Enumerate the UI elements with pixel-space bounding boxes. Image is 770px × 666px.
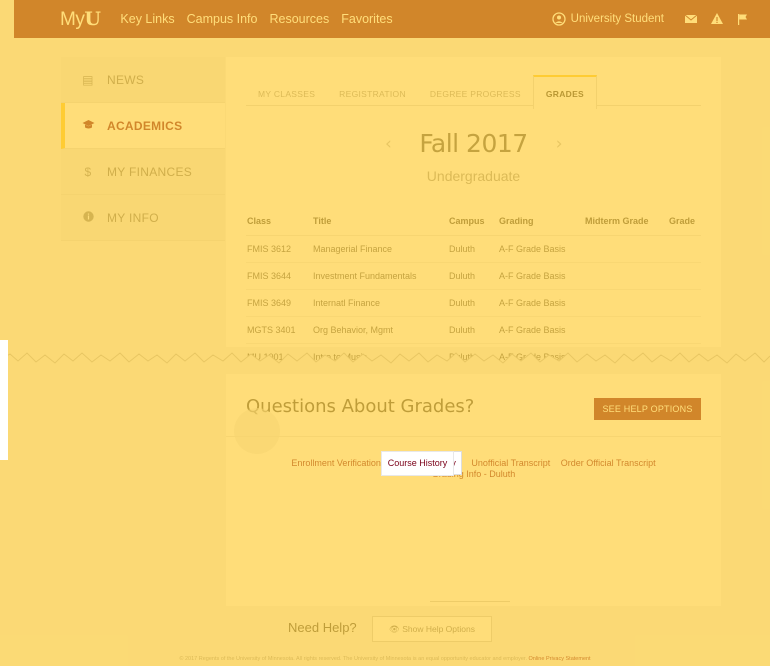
newspaper-icon: ▤ [82,72,94,87]
table-cell [668,262,701,290]
copyright-notice: © 2017 Regents of the University of Minn… [179,656,527,662]
table-cell: Org Behavior, Mgmt [312,316,448,344]
term-title: Fall 2017 [419,129,528,158]
sidebar-item-my-info[interactable]: MY INFO [61,195,225,241]
table-cell: A-F Grade Basis [498,316,584,344]
user-area: University Student [552,0,750,38]
column-header: Title [312,207,448,236]
flag-icon[interactable] [736,12,750,26]
sidebar: ▤ NEWS ACADEMICS $ MY FINANCES MY INFO [61,57,225,241]
need-help-label: Need Help? [288,620,357,635]
sidebar-item-label: MY INFO [107,210,159,225]
order-official-transcript-link[interactable]: Order Official Transcript [561,458,656,468]
enrollment-verification-link[interactable]: Enrollment Verification [291,458,381,468]
table-cell [584,262,668,290]
privacy-statement-link[interactable]: Online Privacy Statement [529,656,591,662]
questions-card: Questions About Grades? SEE HELP OPTIONS… [226,374,721,606]
info-icon [81,210,95,225]
decorative-circle [234,408,280,454]
table-cell: Duluth [448,316,498,344]
user-menu[interactable]: University Student [552,12,664,26]
course-history-spotlight-link[interactable]: Course History [382,452,453,475]
term-selector: ‹ Fall 2017 › [226,129,721,158]
table-cell: A-F Grade Basis [498,262,584,290]
top-navigation-bar: MyU Key Links Campus Info Resources Favo… [14,0,770,38]
table-row: FMIS 3644 Investment Fundamentals Duluth… [246,262,701,290]
nav-key-links[interactable]: Key Links [120,12,174,26]
sidebar-item-news[interactable]: ▤ NEWS [61,57,225,103]
table-header-row: Class Title Campus Grading Midterm Grade… [246,207,701,236]
eye-icon: 👁 [389,624,400,634]
show-help-label: Show Help Options [402,624,475,634]
table-cell: A-F Grade Basis [498,235,584,263]
nav-favorites[interactable]: Favorites [341,12,392,26]
sidebar-item-my-finances[interactable]: $ MY FINANCES [61,149,225,195]
table-cell: MGTS 3401 [246,316,312,344]
envelope-icon[interactable] [684,12,698,26]
sidebar-item-label: MY FINANCES [107,164,193,179]
edge-strip [0,340,8,460]
academics-tabs: MY CLASSES REGISTRATION DEGREE PROGRESS … [246,75,701,109]
questions-title: Questions About Grades? [246,396,475,417]
tab-degree-progress[interactable]: DEGREE PROGRESS [418,75,533,105]
copyright-text: © 2017 Regents of the University of Minn… [0,656,770,662]
graduation-cap-icon [81,119,95,133]
torn-edge-divider [0,352,770,374]
column-header: Grading [498,207,584,236]
table-row: MGTS 3401 Org Behavior, Mgmt Duluth A-F … [246,316,701,344]
table-cell [668,316,701,344]
show-help-options-button[interactable]: 👁 Show Help Options [372,616,492,642]
table-cell [668,235,701,263]
table-cell: Duluth [448,262,498,290]
grade-links: Enrollment Verification Course History U… [226,451,721,480]
table-row: FMIS 3649 Internatl Finance Duluth A-F G… [246,289,701,317]
academics-card: MY CLASSES REGISTRATION DEGREE PROGRESS … [226,57,721,371]
previous-term-chevron-icon[interactable]: ‹ [385,134,392,154]
table-cell: Internatl Finance [312,289,448,317]
sidebar-item-label: ACADEMICS [107,118,183,133]
user-circle-icon [552,12,566,26]
column-header: Class [246,207,312,236]
career-level: Undergraduate [426,168,521,184]
table-cell: A-F Grade Basis [498,289,584,317]
user-name: University Student [570,13,664,25]
nav-campus-info[interactable]: Campus Info [187,12,258,26]
divider [430,601,510,602]
next-term-chevron-icon[interactable]: › [556,134,563,154]
table-row: FMIS 3612 Managerial Finance Duluth A-F … [246,235,701,263]
tab-grades[interactable]: GRADES [532,75,598,109]
table-cell: Investment Fundamentals [312,262,448,290]
dollar-icon: $ [84,164,92,179]
divider [226,436,721,437]
see-help-options-button[interactable]: SEE HELP OPTIONS [594,398,701,420]
column-header: Midterm Grade [584,207,668,236]
spotlight-highlight: Course History [382,452,453,475]
unofficial-transcript-link[interactable]: Unofficial Transcript [471,458,550,468]
table-cell [584,235,668,263]
column-header: Campus [448,207,498,236]
tab-my-classes[interactable]: MY CLASSES [246,75,327,105]
warning-icon[interactable] [710,12,724,26]
column-header: Grade [668,207,701,236]
table-cell [584,316,668,344]
sidebar-item-academics[interactable]: ACADEMICS [61,103,225,149]
tab-registration[interactable]: REGISTRATION [327,75,418,105]
table-cell: Managerial Finance [312,235,448,263]
table-cell: FMIS 3612 [246,235,312,263]
table-cell: FMIS 3644 [246,262,312,290]
table-cell [584,289,668,317]
table-cell [668,289,701,317]
sidebar-item-label: NEWS [107,72,145,87]
table-cell: Duluth [448,289,498,317]
myu-logo[interactable]: MyU [60,8,101,31]
nav-resources[interactable]: Resources [269,12,329,26]
table-cell: Duluth [448,235,498,263]
table-cell: FMIS 3649 [246,289,312,317]
